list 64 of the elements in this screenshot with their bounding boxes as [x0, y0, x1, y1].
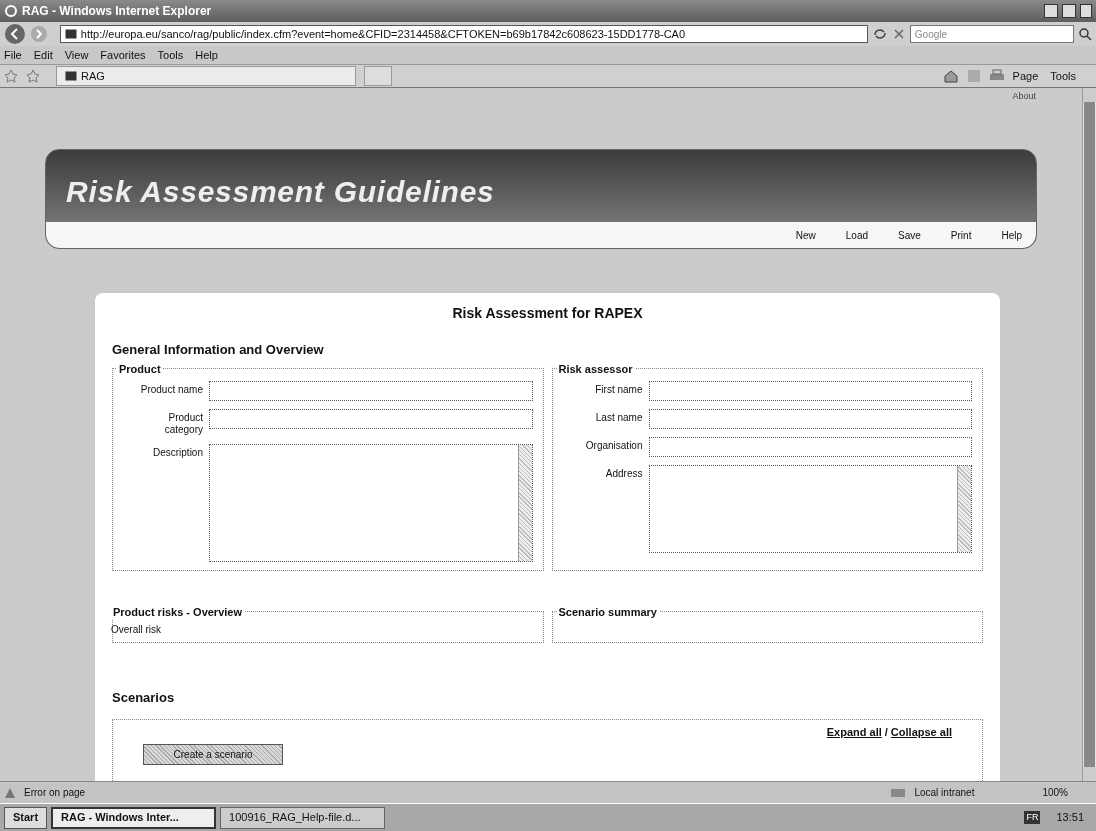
- language-indicator[interactable]: FR: [1024, 810, 1041, 825]
- menu-item[interactable]: Tools: [157, 46, 184, 64]
- link-separator: /: [884, 725, 888, 740]
- field-label: Organisation: [584, 438, 643, 453]
- page-icon: [64, 29, 77, 39]
- field-label: Address: [604, 466, 643, 481]
- search-icon[interactable]: [1078, 27, 1092, 41]
- field-label: Product name: [139, 382, 203, 397]
- maximize-button[interactable]: [1062, 4, 1076, 18]
- text-input[interactable]: [209, 380, 533, 401]
- text-input[interactable]: [648, 408, 972, 429]
- field-label: Last name: [594, 410, 643, 425]
- start-button[interactable]: Start: [4, 806, 48, 829]
- field-label: Product category: [163, 410, 203, 436]
- overview-text: Overall risk: [111, 622, 161, 637]
- menu-item[interactable]: Edit: [33, 46, 53, 64]
- scrollbar[interactable]: [1082, 88, 1096, 781]
- browser-tab[interactable]: RAG: [56, 66, 356, 86]
- page-icon: [65, 71, 77, 81]
- minimize-button[interactable]: [1044, 4, 1058, 18]
- section-heading: Scenarios: [112, 688, 176, 707]
- zoom-level[interactable]: 100%: [1042, 785, 1092, 800]
- home-icon[interactable]: [942, 69, 959, 83]
- menu-item[interactable]: View: [64, 46, 89, 64]
- stop-icon[interactable]: [891, 27, 906, 41]
- banner-title: Risk Assessment Guidelines: [66, 174, 495, 210]
- nav-link[interactable]: Save: [898, 227, 921, 243]
- nav-link[interactable]: Help: [1001, 227, 1022, 243]
- nav-link[interactable]: Load: [845, 227, 869, 243]
- taskbar-button[interactable]: RAG - Windows Inter...: [51, 806, 217, 829]
- section-heading: General Information and Overview: [112, 341, 325, 359]
- window-title: RAG - Windows Internet Explorer: [22, 3, 212, 20]
- browser-logo-icon: [4, 4, 18, 18]
- clock: 13:51: [1055, 810, 1085, 826]
- warning-icon: [4, 786, 16, 799]
- field-label: Description: [151, 445, 203, 460]
- menu-item[interactable]: File: [4, 46, 22, 64]
- add-favorite-icon[interactable]: [26, 69, 40, 83]
- command-button[interactable]: Tools: [1050, 67, 1076, 85]
- field-label: First name: [594, 382, 643, 397]
- status-message[interactable]: Error on page: [24, 785, 86, 800]
- printer-icon[interactable]: [988, 69, 1005, 83]
- taskbar-button[interactable]: 100916_RAG_Help-file.d...: [220, 806, 386, 829]
- text-input[interactable]: [209, 408, 533, 429]
- network-icon: [890, 786, 907, 799]
- address-field[interactable]: http://europa.eu/sanco/rag/public/index.cfm?event=home&CFID=2314458&CFTOKEN=b69b17842c608623-15DD1778-CA0: [59, 25, 868, 43]
- create-scenario-button[interactable]: Create a scenario: [143, 743, 283, 765]
- nav-link[interactable]: Print: [950, 227, 972, 243]
- close-button[interactable]: [1080, 4, 1092, 18]
- nav-link[interactable]: New: [795, 227, 816, 243]
- form-title: Risk Assessment for RAPEX: [452, 304, 643, 323]
- search-field[interactable]: Google: [909, 25, 1075, 43]
- menu-item[interactable]: Favorites: [100, 46, 146, 64]
- menu-item[interactable]: Help: [195, 46, 218, 64]
- back-icon[interactable]: [4, 23, 26, 45]
- star-icon[interactable]: [4, 69, 18, 83]
- about-link[interactable]: About: [1012, 90, 1036, 104]
- collapse-all-link[interactable]: Collapse all: [890, 724, 952, 741]
- text-input[interactable]: [648, 436, 972, 457]
- security-zone: Local intranet: [914, 786, 976, 800]
- expand-all-link[interactable]: Expand all: [826, 724, 882, 741]
- refresh-icon[interactable]: [871, 26, 888, 42]
- text-input[interactable]: [648, 380, 972, 401]
- command-button[interactable]: Page: [1012, 67, 1039, 85]
